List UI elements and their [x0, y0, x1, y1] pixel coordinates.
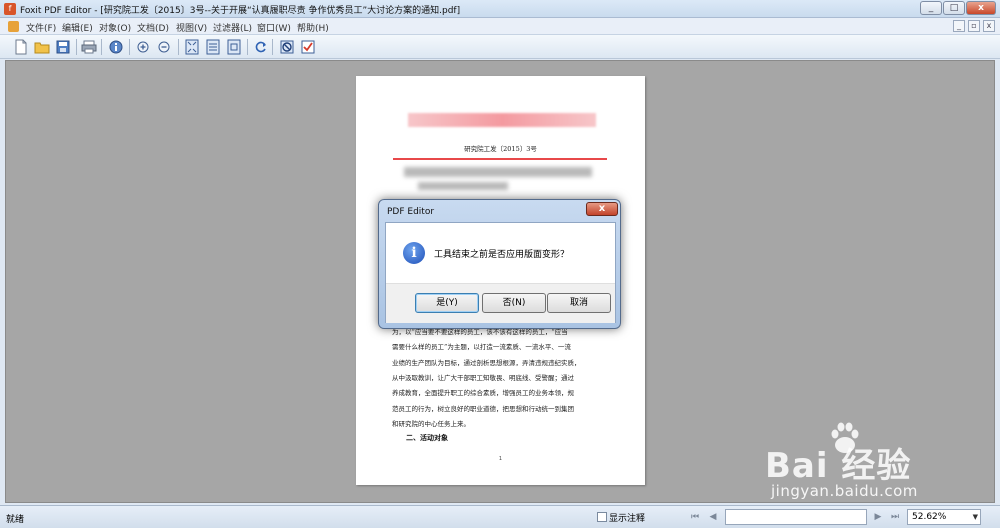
- mdi-restore-button[interactable]: ▫: [968, 20, 980, 32]
- last-page-icon[interactable]: ⏭: [888, 510, 902, 524]
- menu-document[interactable]: 文档(D): [137, 21, 169, 34]
- new-icon[interactable]: [12, 38, 30, 56]
- show-annotations-label: 显示注释: [609, 514, 646, 524]
- information-icon: i: [403, 242, 425, 264]
- status-bar: 就绪 显示注释 ⏮ ◀ ▶ ⏭ 52.62% ▼: [0, 505, 1000, 528]
- zoom-out-icon[interactable]: [155, 38, 173, 56]
- body-text-line: 从中汲取教训，让广大干部职工知敬畏、明底线、受警醒；通过: [392, 374, 574, 382]
- zoom-select[interactable]: 52.62% ▼: [907, 509, 981, 525]
- menu-view[interactable]: 视图(V): [176, 21, 207, 34]
- section-heading: 二、活动对象: [406, 433, 448, 442]
- page-number-input[interactable]: [725, 509, 867, 525]
- no-button[interactable]: 否(N): [482, 293, 546, 313]
- close-button[interactable]: x: [966, 1, 996, 15]
- menu-edit[interactable]: 编辑(E): [62, 21, 93, 34]
- chevron-down-icon[interactable]: ▼: [973, 510, 978, 524]
- toolbar-separator: [247, 39, 248, 55]
- menu-file[interactable]: 文件(F): [26, 21, 56, 34]
- red-divider-line: [393, 158, 607, 160]
- body-text-line: 范员工的行为，树立良好的职业道德，把思想和行动统一到集团: [392, 405, 574, 413]
- toolbar-separator: [101, 39, 102, 55]
- body-text-line: 和研究院的中心任务上来。: [392, 420, 470, 428]
- page-number: 1: [498, 456, 503, 462]
- watermark-url: jingyan.baidu.com: [771, 482, 918, 500]
- actual-size-icon[interactable]: [225, 38, 243, 56]
- info-icon[interactable]: [107, 38, 125, 56]
- document-number: 研究院工发〔2015〕3号: [464, 145, 537, 153]
- dialog-title: PDF Editor: [387, 207, 435, 217]
- menu-filter[interactable]: 过滤器(L): [213, 21, 252, 34]
- menu-bar: 文件(F) 编辑(E) 对象(O) 文档(D) 视图(V) 过滤器(L) 窗口(…: [0, 18, 1000, 35]
- save-icon[interactable]: [54, 38, 72, 56]
- fit-page-icon[interactable]: [183, 38, 201, 56]
- first-page-icon[interactable]: ⏮: [688, 510, 702, 524]
- dialog-close-button[interactable]: x: [586, 202, 618, 216]
- dialog-body: i 工具结束之前是否应用版面变形？ 是(Y) 否(N) 取消: [385, 222, 616, 323]
- watermark-logo: Bai 经验: [765, 446, 912, 486]
- redacted-header: [408, 113, 596, 127]
- redacted-title-line: [418, 182, 508, 190]
- open-folder-icon[interactable]: [33, 38, 51, 56]
- yes-button[interactable]: 是(Y): [415, 293, 479, 313]
- window-title: Foxit PDF Editor - [研究院工发〔2015〕3号--关于开展“…: [20, 6, 461, 16]
- body-text-line: 养成教育，全面提升职工的综合素质，增强员工的业务本领，规: [392, 389, 574, 397]
- menu-object[interactable]: 对象(O): [99, 21, 131, 34]
- zoom-in-icon[interactable]: [134, 38, 152, 56]
- toolbar-separator: [129, 39, 130, 55]
- show-annotations-checkbox[interactable]: [597, 512, 607, 522]
- cancel-button[interactable]: 取消: [547, 293, 611, 313]
- status-text: 就绪: [6, 515, 25, 525]
- print-icon[interactable]: [80, 38, 98, 56]
- fit-width-icon[interactable]: [204, 38, 222, 56]
- zoom-value: 52.62%: [912, 512, 947, 522]
- menu-window[interactable]: 窗口(W): [257, 21, 291, 34]
- previous-page-icon[interactable]: ◀: [706, 510, 720, 524]
- menu-help[interactable]: 帮助(H): [297, 21, 329, 34]
- title-bar: f Foxit PDF Editor - [研究院工发〔2015〕3号--关于开…: [0, 0, 1000, 18]
- body-text-line: 业绩的生产团队为目标，通过剖析思想根源，弄清违规违纪实质，: [392, 359, 581, 367]
- toolbar-separator: [178, 39, 179, 55]
- maximize-button[interactable]: □: [943, 1, 965, 15]
- body-text-line: 需要什么样的员工”为主题，以打造一流素质、一流水平、一流: [392, 343, 571, 351]
- dialog-button-bar: 是(Y) 否(N) 取消: [386, 283, 615, 323]
- toolbar-separator: [76, 39, 77, 55]
- mdi-minimize-button[interactable]: _: [953, 20, 965, 32]
- confirm-dialog: PDF Editor x i 工具结束之前是否应用版面变形？ 是(Y) 否(N)…: [378, 199, 621, 329]
- checkbox-icon[interactable]: [299, 38, 317, 56]
- redacted-title-line: [404, 167, 592, 177]
- baidu-jingyan-watermark: Bai 经验 jingyan.baidu.com: [765, 420, 955, 510]
- dialog-message: 工具结束之前是否应用版面变形？: [434, 250, 570, 260]
- mdi-close-button[interactable]: x: [983, 20, 995, 32]
- stop-icon[interactable]: [278, 38, 296, 56]
- toolbar-separator: [272, 39, 273, 55]
- foxit-app-icon: f: [4, 3, 16, 15]
- minimize-button[interactable]: _: [920, 1, 942, 15]
- toolbar: [0, 35, 1000, 59]
- next-page-icon[interactable]: ▶: [871, 510, 885, 524]
- rotate-icon[interactable]: [252, 38, 270, 56]
- document-menu-icon[interactable]: [8, 21, 19, 32]
